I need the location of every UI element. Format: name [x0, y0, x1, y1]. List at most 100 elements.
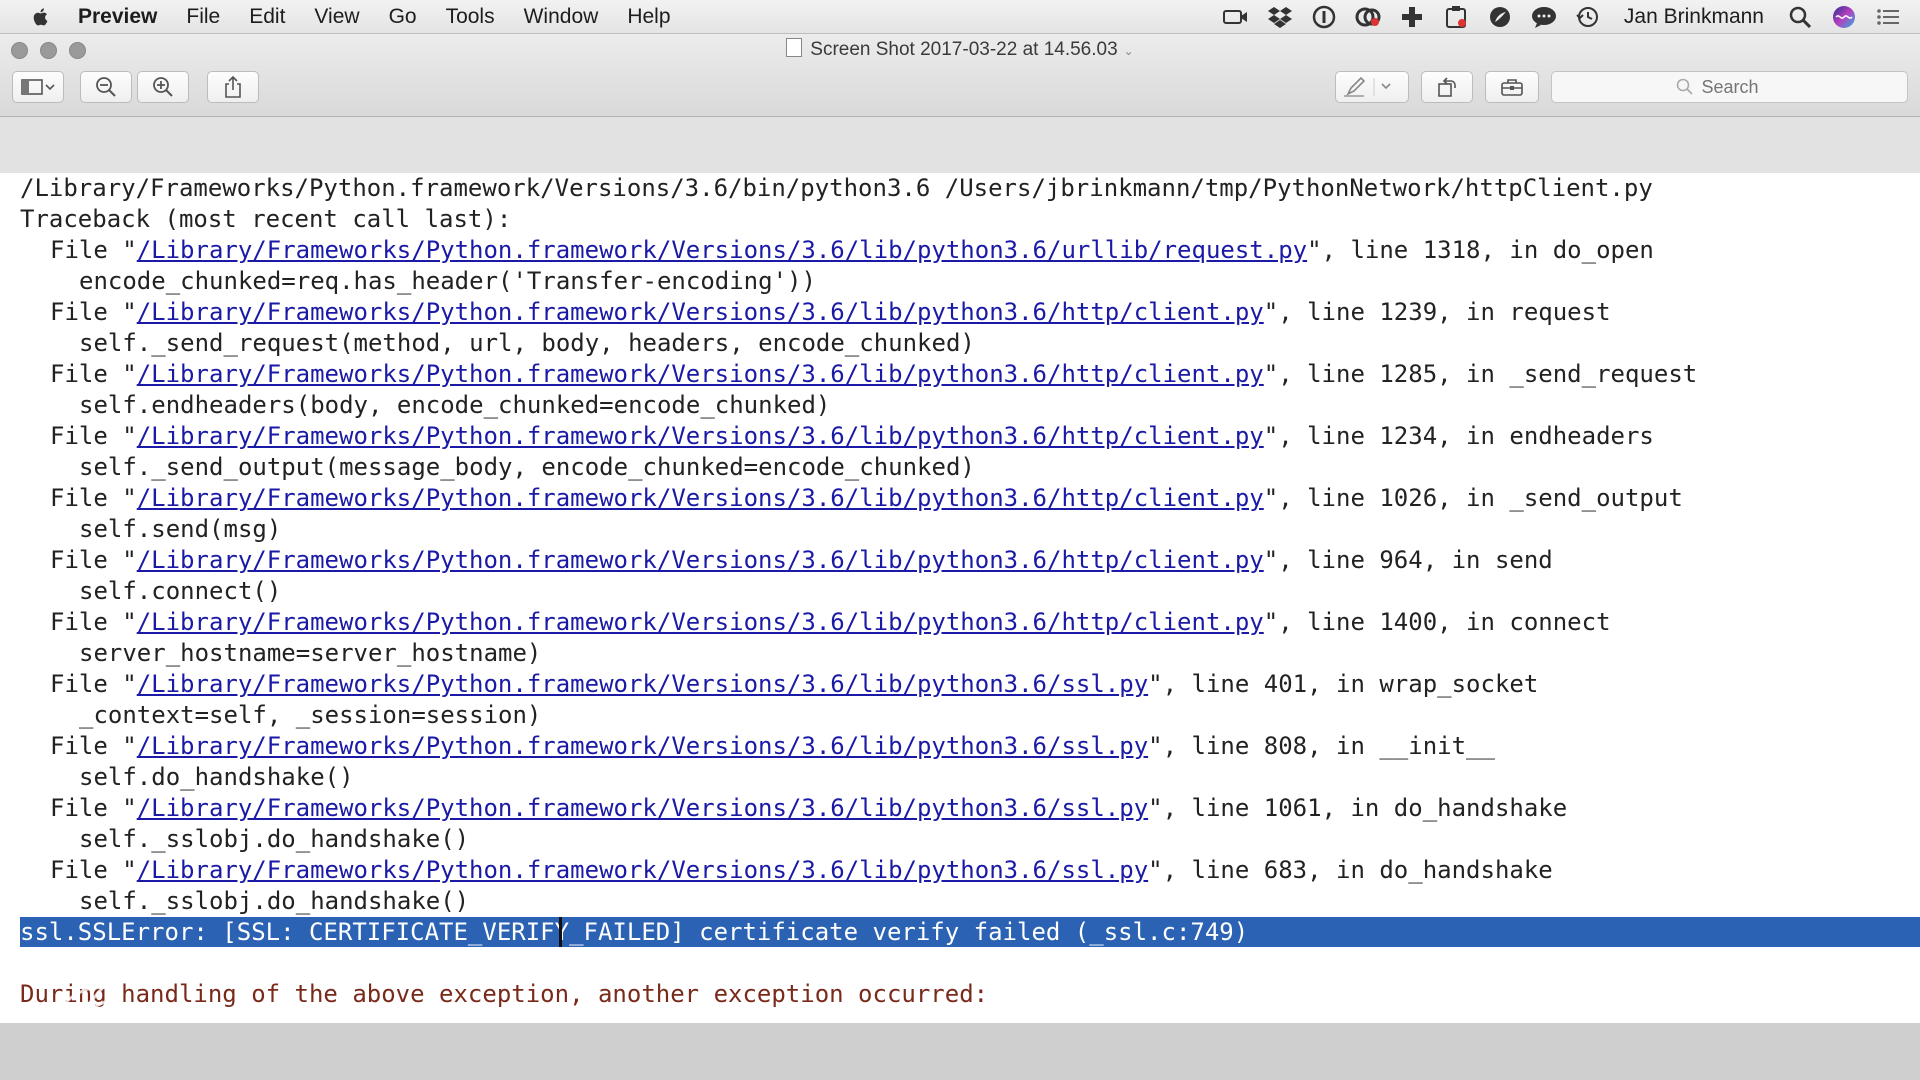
menu-view[interactable]: View — [314, 5, 359, 29]
frame-location: ", line 1318, in do_open — [1307, 236, 1654, 264]
frame-path-link[interactable]: /Library/Frameworks/Python.framework/Ver… — [137, 298, 1264, 326]
sidebar-icon — [21, 79, 55, 95]
frame-location: ", line 1026, in _send_output — [1263, 484, 1683, 512]
screen-recorder-icon[interactable] — [1222, 5, 1250, 29]
frame-code: self.do_handshake() — [79, 763, 354, 791]
document-icon — [786, 38, 803, 57]
frame-prefix: File " — [50, 484, 137, 512]
toolbar — [0, 71, 1920, 107]
frame-location: ", line 964, in send — [1263, 546, 1553, 574]
zoom-in-icon — [153, 77, 173, 97]
search-icon — [1676, 78, 1693, 95]
apple-menu-icon[interactable] — [30, 6, 52, 28]
frame-location: ", line 1061, in do_handshake — [1148, 794, 1568, 822]
frame-path-link[interactable]: /Library/Frameworks/Python.framework/Ver… — [137, 360, 1264, 388]
frame-prefix: File " — [50, 670, 137, 698]
frame-prefix: File " — [50, 546, 137, 574]
traceback-frame: File "/Library/Frameworks/Python.framewo… — [50, 545, 1553, 575]
frame-location: ", line 401, in wrap_socket — [1148, 670, 1539, 698]
traceback-frame: File "/Library/Frameworks/Python.framewo… — [50, 359, 1697, 389]
traceback-header: Traceback (most recent call last): — [20, 205, 512, 233]
exception-handling-line: During handling of the above exception, … — [20, 980, 989, 1008]
window-titlebar: Screen Shot 2017-03-22 at 14.56.03 ⌄ — [0, 34, 1920, 117]
creative-cloud-icon[interactable] — [1354, 5, 1382, 29]
zoom-out-button[interactable] — [80, 71, 132, 103]
frame-path-link[interactable]: /Library/Frameworks/Python.framework/Ver… — [137, 236, 1307, 264]
window-title[interactable]: Screen Shot 2017-03-22 at 14.56.03 ⌄ — [0, 38, 1920, 61]
frame-path-link[interactable]: /Library/Frameworks/Python.framework/Ver… — [137, 794, 1148, 822]
time-machine-icon[interactable] — [1574, 5, 1602, 29]
traceback-frame: File "/Library/Frameworks/Python.framewo… — [50, 855, 1553, 885]
frame-prefix: File " — [50, 422, 137, 450]
clipboard-app-icon[interactable] — [1442, 5, 1470, 29]
document-top-margin — [0, 117, 1920, 173]
leaf-app-icon[interactable] — [1486, 5, 1514, 29]
markup-button[interactable] — [1335, 71, 1409, 103]
spotlight-search-icon[interactable] — [1786, 5, 1814, 29]
messages-icon[interactable] — [1530, 5, 1558, 29]
status-menu-area: Jan Brinkmann — [1222, 0, 1902, 33]
selected-error-line[interactable]: ssl.SSLError: [SSL: CERTIFICATE_VERIFY_F… — [20, 917, 1920, 947]
search-field[interactable] — [1551, 71, 1908, 103]
toolbox-button[interactable] — [1485, 71, 1539, 103]
menu-tools[interactable]: Tools — [446, 5, 495, 29]
frame-path-link[interactable]: /Library/Frameworks/Python.framework/Ver… — [137, 732, 1148, 760]
traceback-frame: File "/Library/Frameworks/Python.framewo… — [50, 483, 1683, 513]
search-input[interactable] — [1699, 75, 1784, 99]
frame-code: self._sslobj.do_handshake() — [79, 887, 470, 915]
frame-path-link[interactable]: /Library/Frameworks/Python.framework/Ver… — [137, 546, 1264, 574]
frame-code: self._sslobj.do_handshake() — [79, 825, 470, 853]
dropbox-icon[interactable] — [1266, 5, 1294, 29]
menu-edit[interactable]: Edit — [249, 5, 285, 29]
menu-window[interactable]: Window — [524, 5, 599, 29]
zoom-in-button[interactable] — [137, 71, 189, 103]
frame-prefix: File " — [50, 608, 137, 636]
frame-code: self._send_output(message_body, encode_c… — [79, 453, 975, 481]
frame-location: ", line 683, in do_handshake — [1148, 856, 1553, 884]
frame-path-link[interactable]: /Library/Frameworks/Python.framework/Ver… — [137, 856, 1148, 884]
frame-code: self.send(msg) — [79, 515, 282, 543]
menu-help[interactable]: Help — [627, 5, 670, 29]
frame-location: ", line 1400, in connect — [1263, 608, 1611, 636]
frame-path-link[interactable]: /Library/Frameworks/Python.framework/Ver… — [137, 484, 1264, 512]
user-name[interactable]: Jan Brinkmann — [1624, 5, 1764, 29]
frame-prefix: File " — [50, 856, 137, 884]
traceback-frame: File "/Library/Frameworks/Python.framewo… — [50, 607, 1611, 637]
traceback-frame: File "/Library/Frameworks/Python.framewo… — [50, 297, 1611, 327]
pen-markup-icon — [1344, 76, 1391, 97]
frame-prefix: File " — [50, 236, 137, 264]
zoom-out-icon — [96, 77, 116, 97]
frame-path-link[interactable]: /Library/Frameworks/Python.framework/Ver… — [137, 670, 1148, 698]
frame-code: self.endheaders(body, encode_chunked=enc… — [79, 391, 831, 419]
frame-prefix: File " — [50, 360, 137, 388]
share-button[interactable] — [207, 71, 259, 103]
document-view[interactable]: /Library/Frameworks/Python.framework/Ver… — [0, 173, 1920, 1023]
traceback-frame: File "/Library/Frameworks/Python.framewo… — [50, 421, 1654, 451]
menu-bar: Preview File Edit View Go Tools Window H… — [0, 0, 1920, 34]
frame-path-link[interactable]: /Library/Frameworks/Python.framework/Ver… — [137, 608, 1264, 636]
sidebar-toggle-button[interactable] — [12, 71, 64, 103]
frame-path-link[interactable]: /Library/Frameworks/Python.framework/Ver… — [137, 422, 1264, 450]
rotate-button[interactable] — [1421, 71, 1473, 103]
document-bottom-margin — [0, 1023, 1920, 1080]
frame-location: ", line 1234, in endheaders — [1263, 422, 1654, 450]
siri-icon[interactable] — [1830, 5, 1858, 29]
frame-code: self.connect() — [79, 577, 282, 605]
traceback-frame: File "/Library/Frameworks/Python.framewo… — [50, 731, 1495, 761]
share-icon — [225, 75, 241, 98]
frame-prefix: File " — [50, 732, 137, 760]
frame-location: ", line 1285, in _send_request — [1263, 360, 1698, 388]
frame-code: server_hostname=server_hostname) — [79, 639, 542, 667]
window-title-text: Screen Shot 2017-03-22 at 14.56.03 — [810, 39, 1118, 60]
text-cursor-icon — [559, 917, 562, 947]
menu-file[interactable]: File — [186, 5, 220, 29]
menu-app-name[interactable]: Preview — [78, 5, 157, 29]
notification-center-icon[interactable] — [1874, 5, 1902, 29]
chevron-down-icon[interactable]: ⌄ — [1124, 44, 1134, 58]
plus-app-icon[interactable] — [1398, 5, 1426, 29]
frame-location: ", line 808, in __init__ — [1148, 732, 1495, 760]
menu-go[interactable]: Go — [389, 5, 417, 29]
password-manager-icon[interactable] — [1310, 5, 1338, 29]
frame-prefix: File " — [50, 794, 137, 822]
traceback-frame: File "/Library/Frameworks/Python.framewo… — [50, 793, 1567, 823]
